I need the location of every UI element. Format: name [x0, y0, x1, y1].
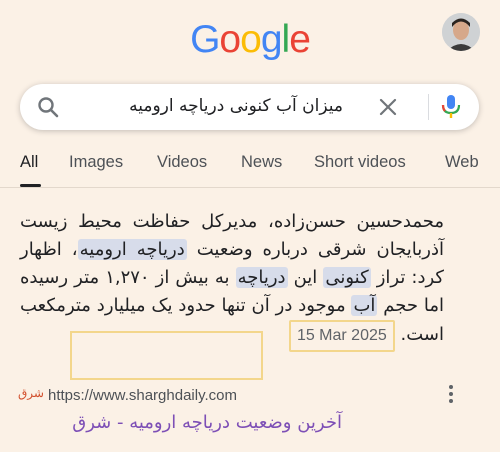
snippet-highlight: دریاچه [235, 267, 288, 288]
logo-letter: G [190, 18, 220, 61]
result-title-link[interactable]: آخرین وضعیت دریاچه ارومیه - شرق [72, 412, 342, 433]
logo-letter: e [289, 18, 311, 61]
active-tab-indicator [20, 184, 41, 187]
logo-letter: g [260, 18, 283, 61]
snippet-highlight: کنونی [323, 267, 371, 288]
avatar-image [442, 13, 480, 51]
search-icon[interactable] [36, 95, 60, 119]
snippet-highlight: دریاچه ارومیه [77, 239, 187, 260]
snippet-highlight: آب [351, 295, 378, 316]
microphone-icon[interactable] [440, 94, 462, 120]
logo-letter: o [240, 18, 262, 61]
clear-icon[interactable] [378, 97, 398, 117]
tab-images[interactable]: Images [69, 153, 123, 172]
tab-all[interactable]: All [20, 153, 38, 172]
tab-videos[interactable]: Videos [157, 153, 207, 172]
tab-news[interactable]: News [241, 153, 282, 172]
search-divider [428, 94, 429, 120]
tab-web[interactable]: Web [445, 153, 479, 172]
google-logo[interactable]: Google [0, 18, 500, 62]
snippet-date: 15 Mar 2025 [288, 320, 395, 352]
result-url[interactable]: https://www.sharghdaily.com [48, 387, 237, 404]
site-favicon: شرق [18, 386, 44, 400]
logo-letter: o [219, 18, 241, 61]
more-options-icon[interactable] [448, 384, 454, 404]
search-tabs: All Images Videos News Short videos Web [0, 150, 500, 188]
search-input[interactable]: میزان آب کنونی دریاچه ارومیه [129, 96, 343, 116]
logo-letter: l [281, 18, 291, 61]
annotation-box [70, 331, 263, 380]
tab-short-videos[interactable]: Short videos [314, 153, 406, 172]
account-avatar[interactable] [442, 13, 480, 51]
search-bar[interactable]: میزان آب کنونی دریاچه ارومیه [20, 84, 479, 130]
snippet-text: این [287, 267, 324, 288]
